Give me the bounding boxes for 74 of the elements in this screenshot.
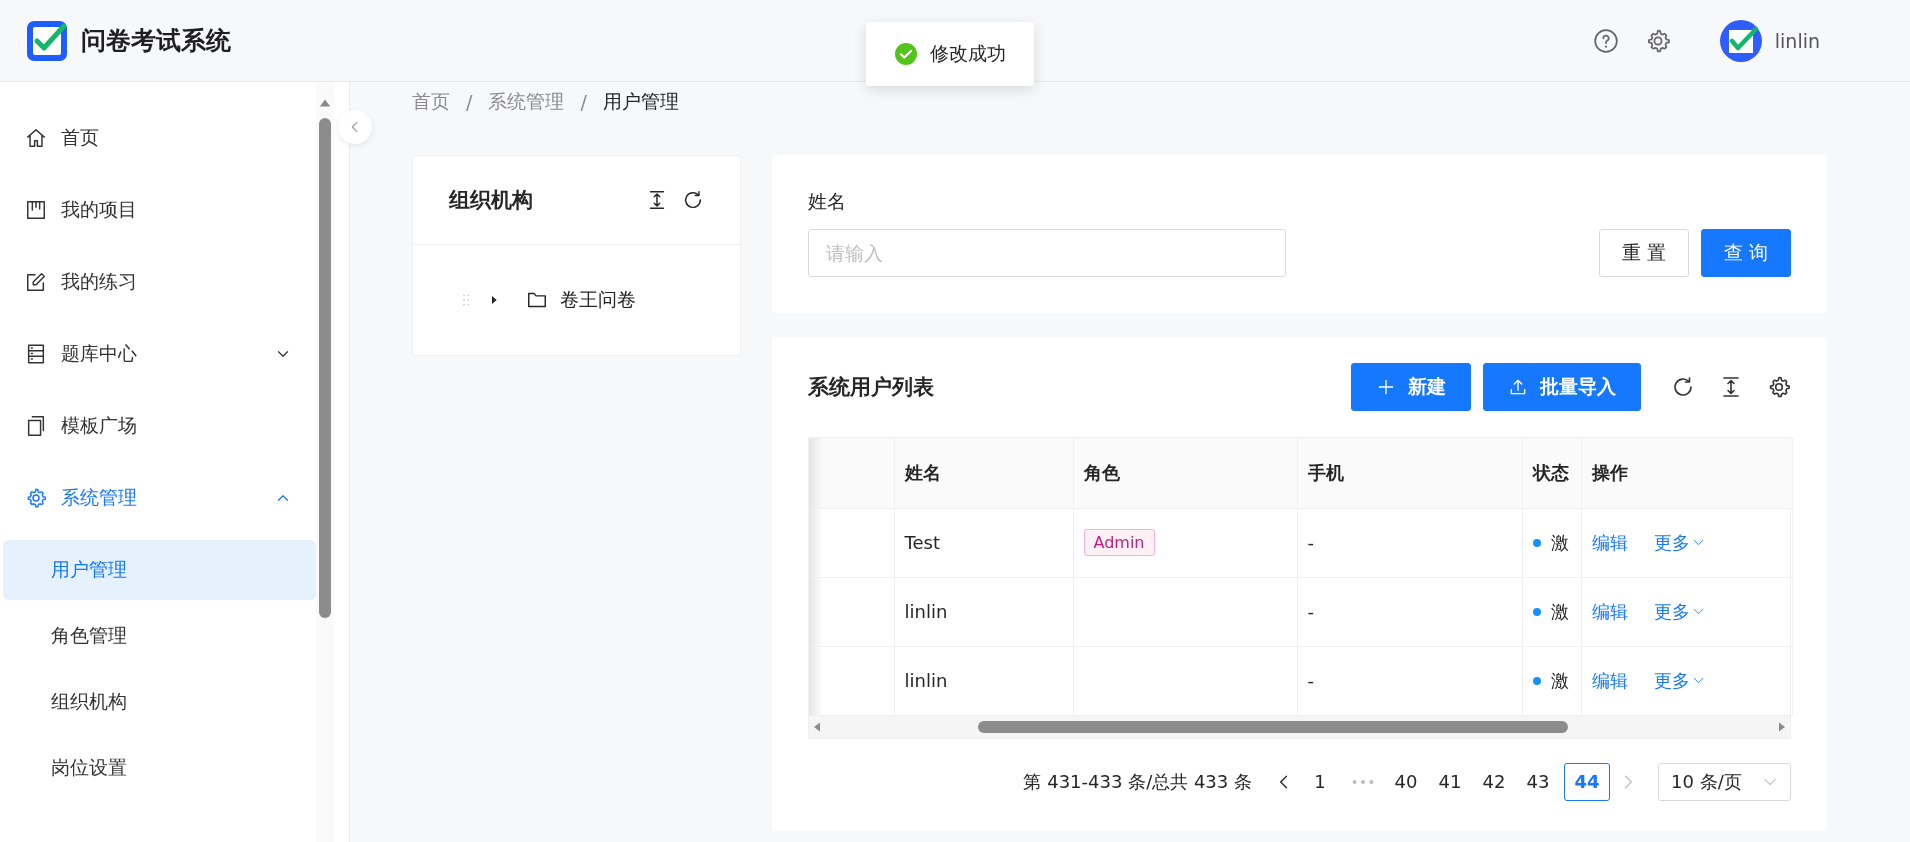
plus-icon — [1376, 377, 1396, 397]
more-link[interactable]: 更多 — [1653, 530, 1705, 555]
edit-link[interactable]: 编辑 — [1591, 599, 1628, 624]
settings-icon[interactable] — [1767, 375, 1791, 399]
edit-icon — [25, 271, 47, 293]
import-button[interactable]: 批量导入 — [1483, 363, 1641, 411]
table-cell: - — [1297, 646, 1522, 715]
tree-node[interactable]: 卷王问卷 — [560, 287, 636, 313]
sidebar-subitem[interactable]: 组织机构 — [3, 672, 316, 732]
home-icon — [25, 127, 47, 149]
sidebar-item[interactable]: 模板广场 — [0, 390, 316, 462]
sidebar-subitem[interactable]: 角色管理 — [3, 606, 316, 666]
refresh-icon[interactable] — [1671, 375, 1695, 399]
toast-text: 修改成功 — [930, 41, 1006, 66]
sidebar-subitem[interactable]: 岗位设置 — [3, 738, 316, 798]
sidebar-item[interactable]: 题库中心 — [0, 318, 316, 390]
field-label: 姓名 — [808, 189, 847, 214]
more-link[interactable]: 更多 — [1653, 668, 1705, 693]
name-header: 姓名 — [894, 438, 1073, 508]
page-number[interactable]: 42 — [1476, 762, 1512, 801]
sidebar-item[interactable]: 我的练习 — [0, 246, 316, 318]
edit-link[interactable]: 编辑 — [1591, 530, 1628, 555]
more-link[interactable]: 更多 — [1653, 599, 1705, 624]
horizontal-scrollbar[interactable] — [809, 715, 1790, 738]
page-number[interactable]: 1 — [1302, 762, 1338, 801]
gear-icon — [25, 487, 47, 509]
ellipsis-icon — [1352, 778, 1374, 785]
copy-icon — [25, 415, 47, 437]
panel-title: 组织机构 — [449, 187, 534, 214]
edit-link[interactable]: 编辑 — [1591, 668, 1628, 693]
scrollbar-thumb[interactable] — [978, 720, 1568, 733]
upload-icon — [1508, 377, 1528, 397]
page-number[interactable]: 41 — [1432, 762, 1468, 801]
list-icon — [25, 343, 47, 365]
sidebar-item[interactable]: 我的项目 — [0, 174, 316, 246]
user-name[interactable]: linlin — [1774, 29, 1820, 52]
status-header: 状态 — [1522, 438, 1581, 508]
scrollbar[interactable] — [316, 82, 334, 842]
scrollbar-thumb[interactable] — [319, 118, 331, 618]
role-header: 角色 — [1073, 438, 1297, 508]
page-number[interactable]: 43 — [1520, 762, 1556, 801]
role-tag: Admin — [1083, 529, 1155, 556]
success-icon — [894, 42, 918, 66]
status-text: 激 — [1550, 668, 1569, 693]
sidebar-item[interactable]: 系统管理 — [0, 462, 316, 534]
breadcrumb-separator: / — [580, 91, 587, 113]
table-cell: - — [1297, 577, 1522, 646]
breadcrumb-separator: / — [466, 91, 473, 113]
help-icon[interactable] — [1592, 27, 1619, 54]
query-button[interactable]: 查 询 — [1700, 229, 1791, 277]
board-icon — [25, 199, 47, 221]
table-cell: linlin — [894, 577, 1073, 646]
page-number[interactable]: 40 — [1388, 762, 1424, 801]
logo-icon — [25, 18, 69, 63]
page-size-select[interactable]: 10 条/页 — [1658, 762, 1791, 801]
app-title: 问卷考试系统 — [81, 25, 231, 57]
status-text: 激 — [1550, 530, 1569, 555]
avatar-icon[interactable] — [1718, 18, 1763, 63]
phone-header: 手机 — [1297, 438, 1522, 508]
table-cell: - — [1297, 508, 1522, 577]
reset-button[interactable]: 重 置 — [1598, 229, 1689, 277]
refresh-icon[interactable] — [682, 189, 704, 211]
table-cell: Test — [894, 508, 1073, 577]
table-cell: linlin — [894, 646, 1073, 715]
name-input[interactable]: 请输入 — [808, 229, 1286, 277]
table-title: 系统用户列表 — [808, 374, 935, 401]
sidebar-item[interactable]: 首页 — [0, 102, 316, 174]
page-summary: 第 431-433 条/总共 433 条 — [1023, 769, 1252, 794]
new-button[interactable]: 新建 — [1351, 363, 1471, 411]
status-text: 激 — [1550, 599, 1569, 624]
page-number[interactable]: 44 — [1564, 762, 1610, 801]
breadcrumb-current: 用户管理 — [602, 89, 679, 114]
sidebar-subitem[interactable]: 用户管理 — [3, 540, 316, 600]
actions-header: 操作 — [1581, 438, 1792, 508]
